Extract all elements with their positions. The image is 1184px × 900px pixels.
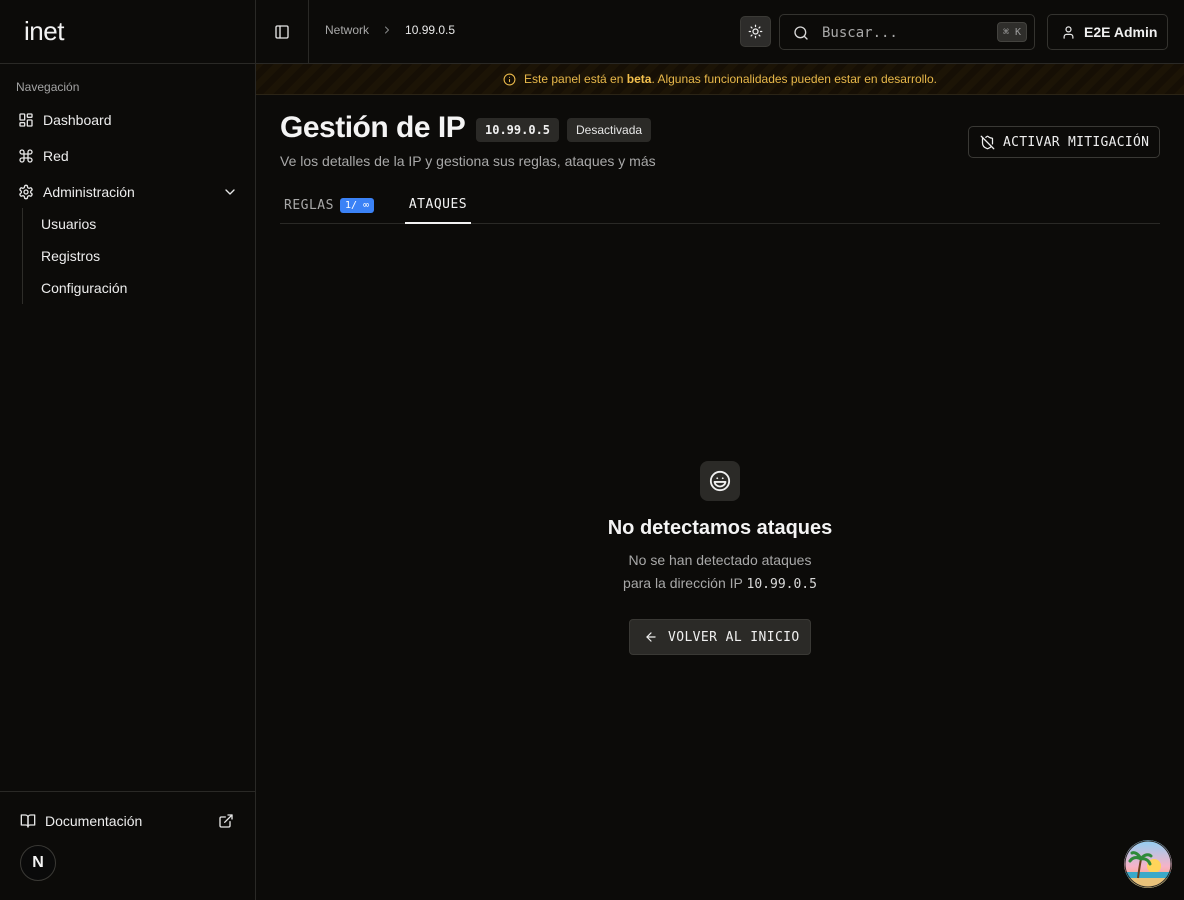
status-badge: Desactivada [567,118,652,142]
logo-area: inet [0,0,255,64]
search-box[interactable]: ⌘ K [779,14,1035,50]
sun-icon [748,24,763,39]
admin-subnav: Usuarios Registros Configuración [22,208,242,304]
info-icon [503,73,516,85]
rules-count-badge: 1/ ∞ [339,198,375,213]
empty-state-ip-line: para la dirección IP 10.99.0.5 [623,575,817,592]
chevron-right-icon [385,26,390,34]
sidebar-item-red[interactable]: Red [8,140,248,172]
empty-state-icon [700,461,740,501]
tab-label: ATAQUES [408,197,468,212]
mitigation-label: ACTIVAR MITIGACIÓN [1003,134,1150,150]
page-title: Gestión de IP [280,111,466,144]
sidebar-footer: Documentación N [0,791,255,900]
panel-left-icon [275,24,289,39]
activate-mitigation-button[interactable]: ACTIVAR MITIGACIÓN [968,126,1160,158]
laugh-icon [709,470,731,492]
breadcrumb-current: 10.99.0.5 [405,23,456,37]
tab-bar: REGLAS 1/ ∞ ATAQUES [280,187,1160,224]
command-icon [19,149,33,163]
tab-ataques[interactable]: ATAQUES [405,187,471,224]
app-logo[interactable]: inet [24,16,64,47]
sidebar: inet Navegación Dashboard Red Administra… [0,0,256,900]
breadcrumb-network[interactable]: Network [325,23,369,37]
documentation-label: Documentación [45,813,143,829]
empty-state-ip: 10.99.0.5 [746,577,817,592]
nav-section-label: Navegación [16,80,80,94]
floating-user-avatar[interactable] [1124,840,1172,888]
sidebar-item-label: Administración [43,184,135,200]
breadcrumb: Network 10.99.0.5 [325,23,455,37]
sidebar-toggle-button[interactable] [256,0,309,63]
empty-state-description: No se han detectado ataques [628,552,812,568]
empty-state-title: No detectamos ataques [607,517,833,539]
n-avatar[interactable]: N [20,845,56,881]
documentation-link[interactable]: Documentación [12,806,244,836]
book-icon [20,814,36,828]
external-link-icon [219,814,233,828]
back-to-home-button[interactable]: VOLVER AL INICIO [629,619,811,655]
gear-icon [19,184,33,200]
back-button-label: VOLVER AL INICIO [668,629,800,645]
sidebar-item-usuarios[interactable]: Usuarios [31,210,231,238]
dashboard-icon [19,113,33,127]
beta-banner: Este panel está en beta. Algunas funcion… [256,64,1184,95]
ip-badge: 10.99.0.5 [476,118,560,142]
search-input[interactable] [822,23,992,43]
sidebar-item-dashboard[interactable]: Dashboard [8,104,248,136]
top-header: Network 10.99.0.5 ⌘ K E2E Admin [256,0,1184,64]
beach-avatar-image [1124,840,1172,888]
sidebar-item-registros[interactable]: Registros [31,242,231,270]
user-name: E2E Admin [1084,24,1158,40]
shield-off-icon [980,135,995,149]
sidebar-item-label: Red [43,148,69,164]
sidebar-item-configuracion[interactable]: Configuración [31,274,231,302]
user-icon [1063,25,1074,39]
theme-toggle-button[interactable] [740,16,771,47]
arrow-left-icon [646,632,656,642]
sidebar-item-label: Dashboard [43,112,112,128]
search-icon [794,26,808,40]
chevron-down-icon[interactable] [222,184,238,200]
tab-reglas[interactable]: REGLAS 1/ ∞ [284,187,375,224]
user-menu-button[interactable]: E2E Admin [1047,14,1168,50]
tab-label: REGLAS [284,198,334,213]
sidebar-item-administracion[interactable]: Administración [8,176,248,208]
beta-banner-text: Este panel está en beta. Algunas funcion… [524,72,937,86]
search-shortcut: ⌘ K [996,22,1027,42]
page-subtitle: Ve los detalles de la IP y gestiona sus … [280,153,656,169]
